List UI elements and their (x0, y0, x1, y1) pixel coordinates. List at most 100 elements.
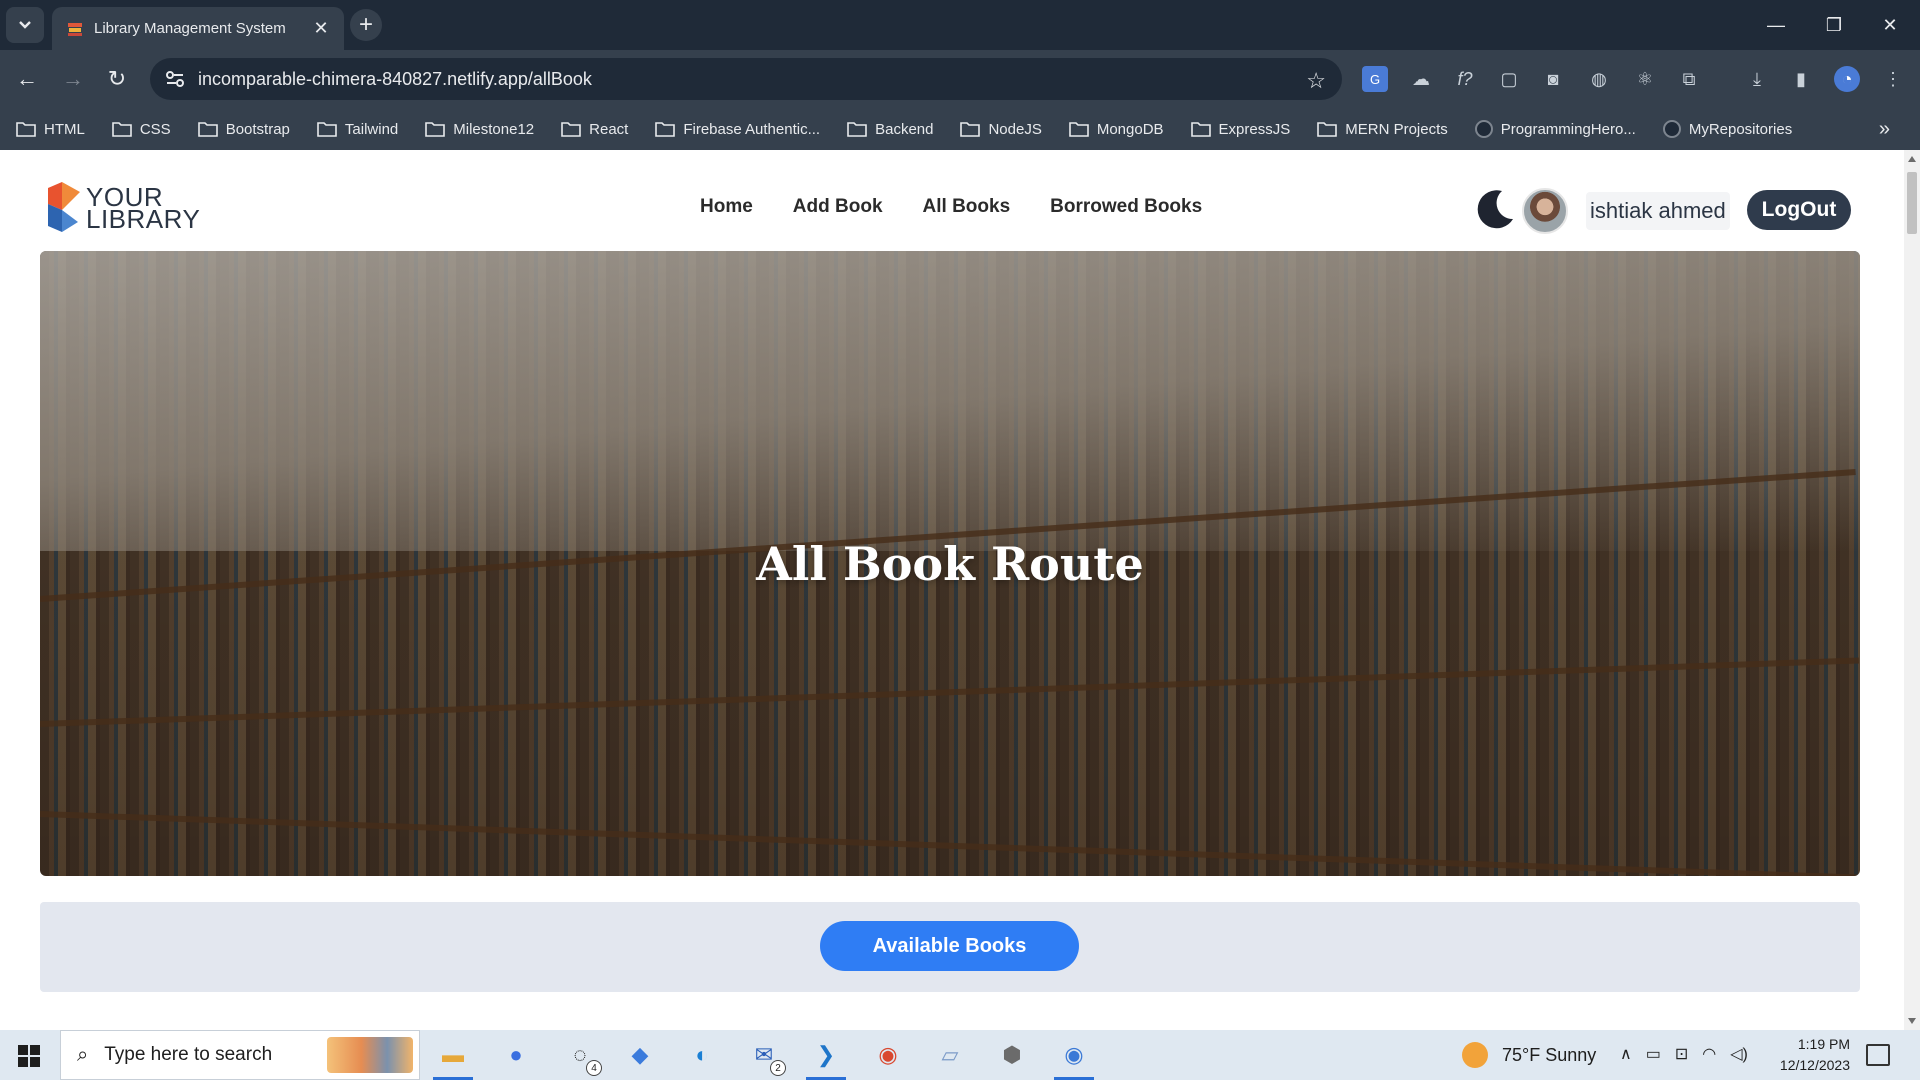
scroll-down-icon[interactable] (1908, 1018, 1916, 1024)
ext-function-icon[interactable]: f? (1452, 66, 1478, 92)
profile-icon[interactable]: ◔ (1834, 66, 1860, 92)
extensions-puzzle-icon[interactable]: ⧉ (1676, 66, 1702, 92)
clock-time: 1:19 PM (1797, 1036, 1850, 1052)
clock[interactable]: 1:19 PM 12/12/2023 (1770, 1034, 1850, 1076)
nav-all-books[interactable]: All Books (923, 196, 1011, 218)
folder-icon (16, 122, 36, 137)
logo-mark-icon (48, 182, 80, 232)
bookmarks-overflow-icon[interactable]: » (1879, 118, 1890, 141)
bookmark-item[interactable]: MERN Projects (1317, 121, 1448, 138)
folder-icon (425, 122, 446, 137)
nav-add-book[interactable]: Add Book (793, 196, 883, 218)
windows-taskbar: ⌕ Type here to search ▬ ● ◌ 4 ◆ ◐ ✉ 2 ❯ ◉ … (0, 1030, 1920, 1080)
volume-icon[interactable]: ◁) (1730, 1044, 1748, 1064)
edge-icon[interactable]: ◐ (682, 1036, 722, 1074)
notification-icon[interactable] (1866, 1044, 1890, 1066)
bookmarks-bar: HTML CSS Bootstrap Tailwind Milestone12 React… (0, 108, 1920, 150)
logo-line-2: LIBRARY (86, 204, 201, 234)
nav-home[interactable]: Home (700, 196, 753, 218)
zoom-icon[interactable]: ● (496, 1036, 536, 1074)
file-explorer-icon[interactable]: ▬ (433, 1036, 473, 1080)
bookmark-item[interactable]: Tailwind (317, 121, 398, 138)
moon-icon[interactable] (1472, 186, 1518, 232)
browser-tab-strip: Library Management System ✕ + — ❐ ✕ (0, 0, 1920, 50)
ext-screenshot-icon[interactable]: ▢ (1496, 66, 1522, 92)
page-viewport: YOUR LIBRARY Home Add Book All Books Bor… (0, 150, 1920, 1030)
avatar[interactable] (1522, 188, 1568, 234)
app-pen-icon[interactable]: ▱ (930, 1036, 970, 1074)
logout-button[interactable]: LogOut (1747, 190, 1851, 230)
bookmark-item[interactable]: NodeJS (960, 120, 1042, 138)
browser-tab[interactable]: Library Management System ✕ (52, 7, 344, 50)
ext-react-icon[interactable]: ⚛ (1632, 66, 1658, 92)
close-window-button[interactable]: ✕ (1862, 0, 1918, 50)
bookmark-item[interactable]: Backend (847, 121, 933, 138)
tab-title: Library Management System (94, 20, 286, 37)
weather-widget[interactable]: 75°F Sunny (1462, 1030, 1596, 1080)
download-icon[interactable]: ⤓ (1744, 66, 1770, 92)
bookmark-item[interactable]: MongoDB (1069, 121, 1164, 138)
bookmark-label: HTML (44, 120, 85, 138)
books-favicon-icon (68, 22, 82, 36)
scroll-thumb[interactable] (1907, 172, 1917, 234)
battery-icon[interactable]: ▭ (1646, 1044, 1661, 1064)
folder-icon (1190, 122, 1211, 137)
ext-globe-icon[interactable]: ◍ (1586, 66, 1612, 92)
chevron-up-icon[interactable]: ∧ (1620, 1044, 1632, 1064)
available-books-button[interactable]: Available Books (820, 921, 1079, 971)
folder-icon (317, 122, 337, 137)
windows-start-icon[interactable] (18, 1045, 40, 1067)
bookmark-label: React (589, 120, 629, 138)
bookmark-item[interactable]: CSS (112, 121, 171, 138)
whatsapp-icon[interactable]: ◌ 4 (560, 1036, 602, 1076)
page-scrollbar[interactable] (1904, 150, 1920, 1030)
bookmark-label: NodeJS (988, 120, 1042, 138)
github-icon (1662, 120, 1681, 138)
scroll-up-icon[interactable] (1908, 156, 1916, 162)
bookmark-label: MongoDB (1096, 120, 1164, 138)
chrome-icon[interactable]: ◉ (868, 1036, 908, 1074)
ext-camera-icon[interactable]: ◙ (1540, 66, 1566, 92)
vscode-icon[interactable]: ❯ (806, 1036, 846, 1080)
search-highlight-image (327, 1037, 413, 1073)
bookmark-item[interactable]: Milestone12 (425, 121, 534, 138)
folder-icon (112, 122, 132, 137)
menu-kebab-icon[interactable]: ⋮ (1880, 66, 1906, 92)
chrome-active-icon[interactable]: ◉ (1054, 1036, 1094, 1080)
site-info-icon[interactable] (164, 68, 186, 90)
address-bar[interactable]: incomparable-chimera-840827.netlify.app/… (150, 58, 1342, 100)
close-tab-icon[interactable]: ✕ (310, 18, 332, 40)
nav-borrowed-books[interactable]: Borrowed Books (1050, 196, 1202, 218)
app-box-icon[interactable]: ⬢ (992, 1036, 1032, 1074)
translate-extension-icon[interactable]: G (1362, 66, 1388, 92)
wifi-icon[interactable]: ◠ (1702, 1044, 1716, 1064)
bookmark-item[interactable]: Firebase Authentic... (655, 121, 820, 138)
minimize-button[interactable]: — (1748, 0, 1804, 50)
bookmark-label: ExpressJS (1218, 120, 1291, 138)
ext-cloud-icon[interactable]: ☁ (1408, 66, 1434, 92)
side-panel-icon[interactable]: ▮ (1788, 66, 1814, 92)
taskbar-search-placeholder: Type here to search (104, 1044, 273, 1065)
back-arrow-icon[interactable]: ← (12, 64, 42, 94)
bookmark-item[interactable]: ProgrammingHero... (1474, 120, 1636, 138)
bookmark-item[interactable]: HTML (16, 121, 85, 138)
bookmark-item[interactable]: Bootstrap (197, 121, 290, 138)
bookmark-item[interactable]: MyRepositories (1662, 120, 1792, 138)
browser-toolbar: ← → ↻ incomparable-chimera-840827.netlif… (0, 50, 1920, 108)
restore-button[interactable]: ❐ (1806, 0, 1862, 50)
bookmark-item[interactable]: React (561, 121, 628, 138)
mail-icon[interactable]: ✉ 2 (744, 1036, 786, 1076)
system-tray: ∧ ▭ ⊡ ◠ ◁) (1620, 1044, 1748, 1064)
whatsapp-badge: 4 (586, 1060, 602, 1076)
taskbar-search-box[interactable]: ⌕ Type here to search (60, 1030, 420, 1080)
reload-icon[interactable]: ↻ (102, 64, 132, 94)
new-tab-button[interactable]: + (350, 9, 382, 41)
bookmark-star-icon[interactable]: ☆ (1306, 68, 1326, 94)
git-icon[interactable]: ◆ (620, 1036, 660, 1074)
site-logo[interactable]: YOUR LIBRARY (48, 182, 201, 234)
forward-arrow-icon[interactable]: → (58, 64, 88, 94)
device-icon[interactable]: ⊡ (1675, 1044, 1688, 1064)
bookmark-item[interactable]: ExpressJS (1190, 120, 1291, 138)
tab-search-button[interactable] (6, 7, 44, 43)
user-name: ishtiak ahmed (1586, 192, 1730, 230)
